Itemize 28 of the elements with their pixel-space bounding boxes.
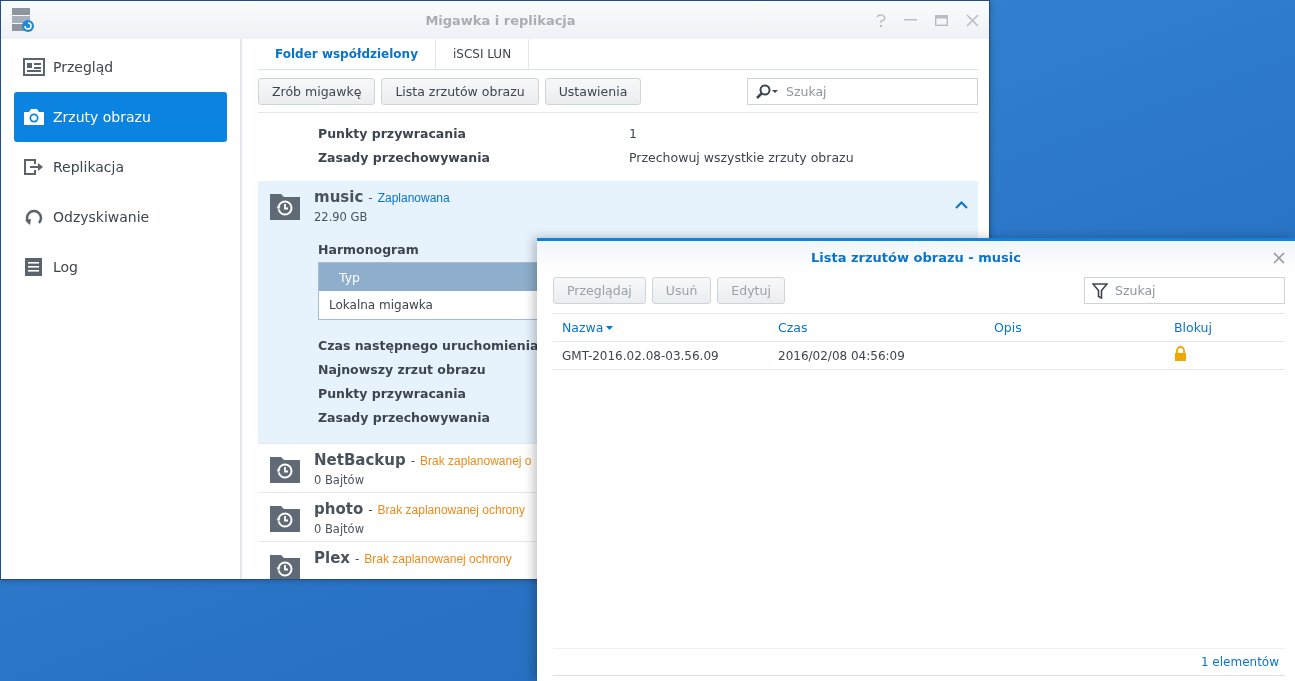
- detail-label: Zasady przechowywania: [318, 149, 491, 165]
- folder-name: photo: [314, 500, 364, 518]
- detail-label: Punkty przywracania: [318, 125, 467, 141]
- folder-status: Brak zaplanowanej ochrony: [377, 503, 525, 517]
- detail-value: 1: [629, 125, 637, 141]
- separator-dash: -: [368, 191, 373, 205]
- detail-label: Punkty przywracania: [318, 384, 466, 403]
- folder-status: Brak zaplanowanej o: [420, 454, 532, 468]
- dialog-title: Lista zrzutów obrazu - music: [811, 250, 1021, 265]
- folder-size: 22.90 GB: [314, 210, 369, 224]
- detail-label: Czas następnego uruchomienia: [318, 336, 539, 355]
- detail-label: Zasady przechowywania: [318, 408, 490, 427]
- detail-label: Najnowszy zrzut obrazu: [318, 360, 486, 379]
- folder-name: music: [314, 188, 364, 206]
- table-cell-text: 2016/02/08 04:56:09: [777, 348, 906, 363]
- folder-name: NetBackup: [314, 451, 406, 469]
- separator-dash: -: [368, 503, 373, 517]
- window-title: Migawka i replikacja: [424, 12, 577, 28]
- folder-status: Zaplanowana: [377, 191, 450, 205]
- separator-dash: -: [355, 552, 360, 566]
- folder-name: Plex: [314, 549, 350, 567]
- item-count: 1 elementów: [1200, 655, 1279, 669]
- folder-size: 0 Bajtów: [314, 522, 366, 536]
- detail-value: Przechowuj wszystkie zrzuty obrazu: [629, 149, 854, 165]
- folder-size: 0 Bajtów: [314, 473, 366, 487]
- table-cell-text: GMT-2016.02.08-03.56.09: [561, 348, 720, 363]
- separator-dash: -: [410, 454, 416, 468]
- folder-status: Brak zaplanowanej ochrony: [364, 552, 512, 566]
